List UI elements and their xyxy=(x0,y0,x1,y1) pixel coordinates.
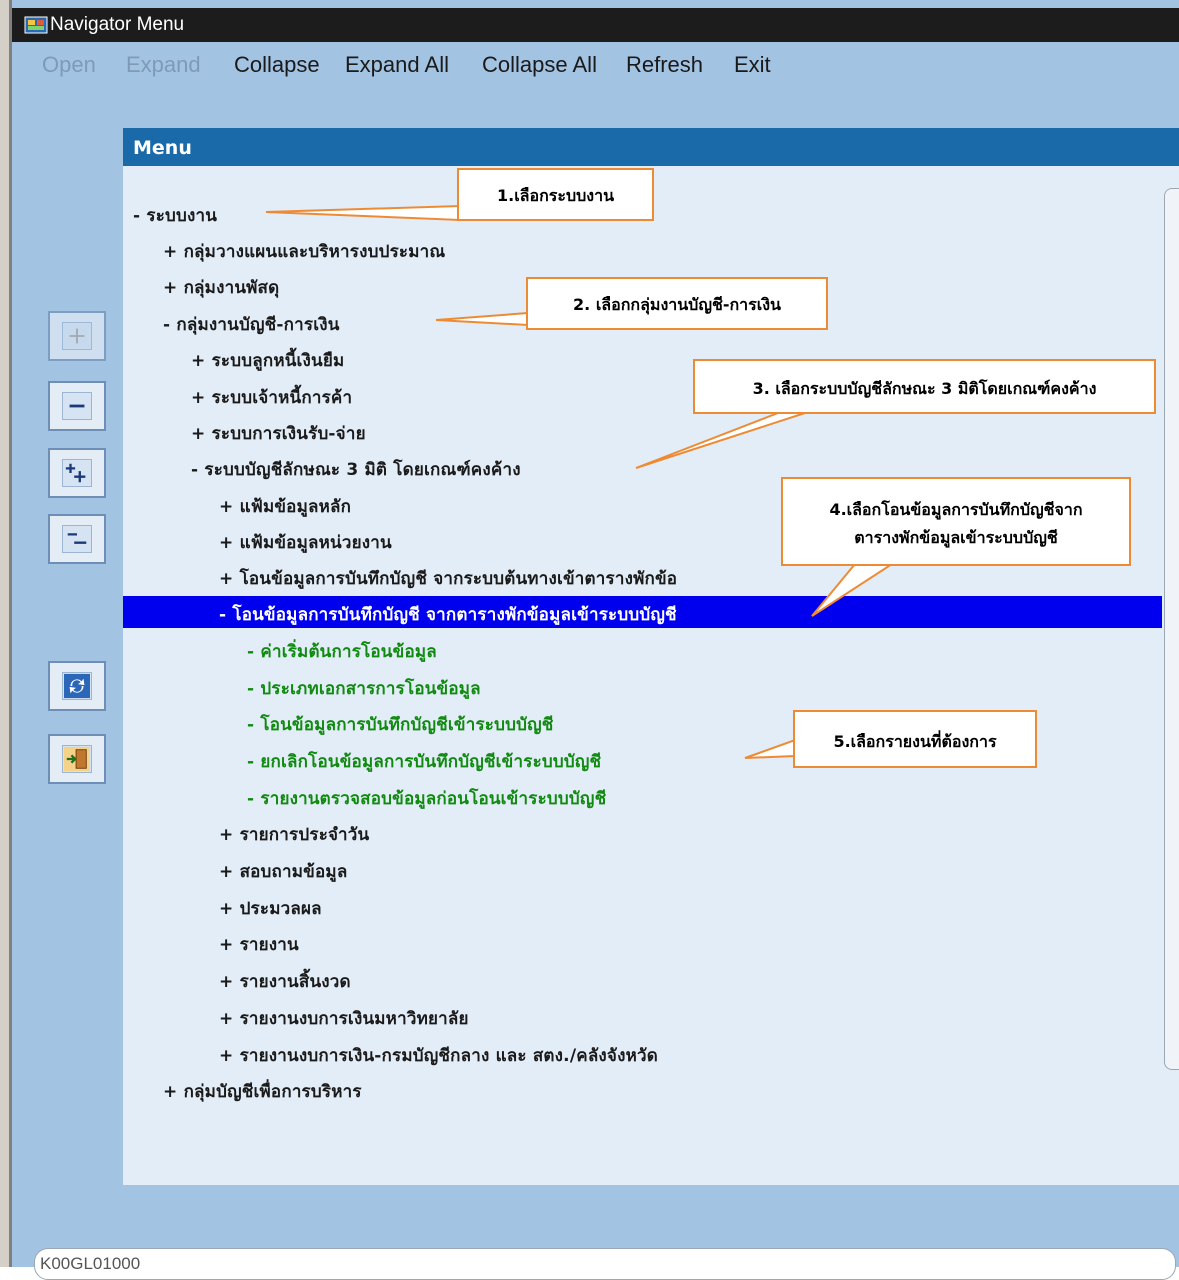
callout-1-text: 1.เลือกระบบงาน xyxy=(496,186,614,205)
status-bar: K00GL01000 xyxy=(12,1240,1179,1280)
callout-2-text: 2. เลือกกลุ่มงานบัญชี-การเงิน xyxy=(573,295,781,314)
callout-3-text: 3. เลือกระบบบัญชีลักษณะ 3 มิติโดยเกณฑ์คง… xyxy=(752,379,1097,398)
callout-1: 1.เลือกระบบงาน xyxy=(457,168,654,221)
callout-5-text: 5.เลือกรายงนที่ต้องการ xyxy=(833,732,997,751)
callout-2: 2. เลือกกลุ่มงานบัญชี-การเงิน xyxy=(526,277,828,330)
callout-5: 5.เลือกรายงนที่ต้องการ xyxy=(793,710,1037,768)
callout-4-pointer xyxy=(811,563,896,617)
callout-5-pointer xyxy=(744,738,796,759)
callout-4-line-1: 4.เลือกโอนข้อมูลการบันทึกบัญชีจาก xyxy=(829,500,1083,519)
callout-3-pointer xyxy=(635,412,806,469)
status-form-code: K00GL01000 xyxy=(40,1254,141,1273)
callout-4-line-2: ตารางพักข้อมูลเข้าระบบบัญชี xyxy=(854,528,1058,547)
callout-4: 4.เลือกโอนข้อมูลการบันทึกบัญชีจาก ตารางพ… xyxy=(781,477,1131,566)
callout-1-pointer xyxy=(265,204,461,222)
status-field xyxy=(34,1248,1176,1280)
callout-3: 3. เลือกระบบบัญชีลักษณะ 3 มิติโดยเกณฑ์คง… xyxy=(693,359,1156,414)
callout-2-pointer xyxy=(435,311,529,327)
